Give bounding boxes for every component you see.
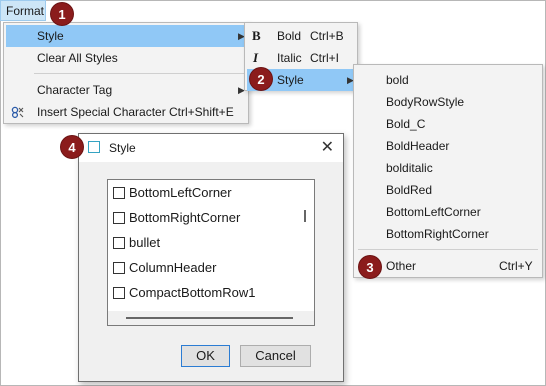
format-menu-item-style-label: Style (37, 29, 64, 43)
styles-list-item[interactable]: BoldRed (356, 179, 540, 201)
styles-list-item-label: bold (386, 73, 409, 87)
styles-list-item-label: BoldRed (386, 183, 433, 197)
style-submenu-item-italic[interactable]: I Italic Ctrl+I (247, 47, 355, 69)
menu-separator (34, 73, 244, 74)
format-menu-item-clear-all-styles[interactable]: Clear All Styles (6, 47, 246, 69)
dialog-window-icon (88, 141, 100, 153)
format-menu-item-insert-special-shortcut: Ctrl+Shift+E (169, 105, 234, 119)
callout-badge-1: 1 (51, 3, 73, 25)
style-submenu-item-bold[interactable]: B Bold Ctrl+B (247, 25, 355, 47)
list-item-label: BottomRightCorner (129, 210, 241, 225)
styles-list-other-label: Other (386, 259, 417, 273)
styles-list-item[interactable]: BottomRightCorner (356, 223, 540, 245)
styles-list-item-other[interactable]: Other Ctrl+Y (356, 255, 540, 277)
styles-list-item[interactable]: Bold_C (356, 113, 540, 135)
vertical-scrollbar-thumb[interactable] (304, 210, 306, 222)
format-menu-item-character-tag[interactable]: Character Tag ▶ (6, 79, 246, 101)
format-menu-item-insert-special-character[interactable]: Insert Special Character Ctrl+Shift+E (6, 101, 246, 123)
special-character-icon (11, 106, 24, 118)
checkbox[interactable] (113, 262, 125, 274)
list-item-label: CompactBottomRow1 (129, 285, 256, 300)
close-icon[interactable]: ✕ (321, 137, 334, 157)
styles-list-item-label: BottomRightCorner (386, 227, 489, 241)
horizontal-scrollbar[interactable] (108, 311, 314, 325)
menubar-format-label: Format (6, 4, 45, 18)
list-item-label: bullet (129, 235, 161, 250)
callout-badge-4: 4 (61, 136, 83, 158)
style-listbox[interactable]: BottomLeftCorner BottomRightCorner bulle… (107, 179, 315, 326)
italic-icon: I (253, 50, 259, 65)
styles-list-item[interactable]: BodyRowStyle (356, 91, 540, 113)
styles-list-item[interactable]: bolditalic (356, 157, 540, 179)
format-menu-item-insert-special-label: Insert Special Character (37, 105, 166, 119)
styles-list-item-label: bolditalic (386, 161, 433, 175)
dialog-title: Style (109, 141, 136, 155)
style-submenu-style-label: Style (277, 73, 304, 87)
style-submenu-bold-shortcut: Ctrl+B (310, 29, 344, 43)
styles-list-other-shortcut: Ctrl+Y (499, 259, 533, 273)
checkbox[interactable] (113, 287, 125, 299)
checkbox[interactable] (113, 212, 125, 224)
ok-button[interactable]: OK (181, 345, 230, 367)
styles-list-item-label: BoldHeader (386, 139, 450, 153)
format-menu-item-style[interactable]: Style ▶ (6, 25, 246, 47)
styles-list-item[interactable]: bold (356, 69, 540, 91)
format-menu-item-character-tag-label: Character Tag (37, 83, 113, 97)
menubar-format[interactable]: Format (0, 0, 46, 21)
list-item-label: ColumnHeader (129, 260, 217, 275)
horizontal-scrollbar-thumb[interactable] (126, 317, 293, 319)
style-dialog: Style ✕ BottomLeftCorner BottomRightCorn… (78, 133, 344, 382)
bold-icon: B (252, 28, 261, 43)
checkbox[interactable] (113, 187, 125, 199)
cancel-button[interactable]: Cancel (240, 345, 311, 367)
style-submenu-italic-label: Italic (277, 51, 302, 65)
style-submenu-bold-label: Bold (277, 29, 302, 43)
format-menu-item-clear-label: Clear All Styles (37, 51, 118, 65)
styles-list-submenu: bold BodyRowStyle Bold_C BoldHeader bold… (353, 64, 543, 278)
styles-list-item-label: Bold_C (386, 117, 426, 131)
checkbox[interactable] (113, 237, 125, 249)
styles-list-item[interactable]: BoldHeader (356, 135, 540, 157)
style-submenu-italic-shortcut: Ctrl+I (310, 51, 340, 65)
callout-badge-2: 2 (250, 68, 272, 90)
format-menu: Style ▶ Clear All Styles Character Tag ▶… (3, 22, 249, 124)
menu-separator (358, 249, 538, 250)
callout-badge-3: 3 (359, 256, 381, 278)
styles-list-item[interactable]: BottomLeftCorner (356, 201, 540, 223)
dialog-titlebar: Style ✕ (79, 134, 343, 162)
list-item-label: BottomLeftCorner (129, 185, 232, 200)
styles-list-item-label: BodyRowStyle (386, 95, 465, 109)
styles-list-item-label: BottomLeftCorner (386, 205, 481, 219)
